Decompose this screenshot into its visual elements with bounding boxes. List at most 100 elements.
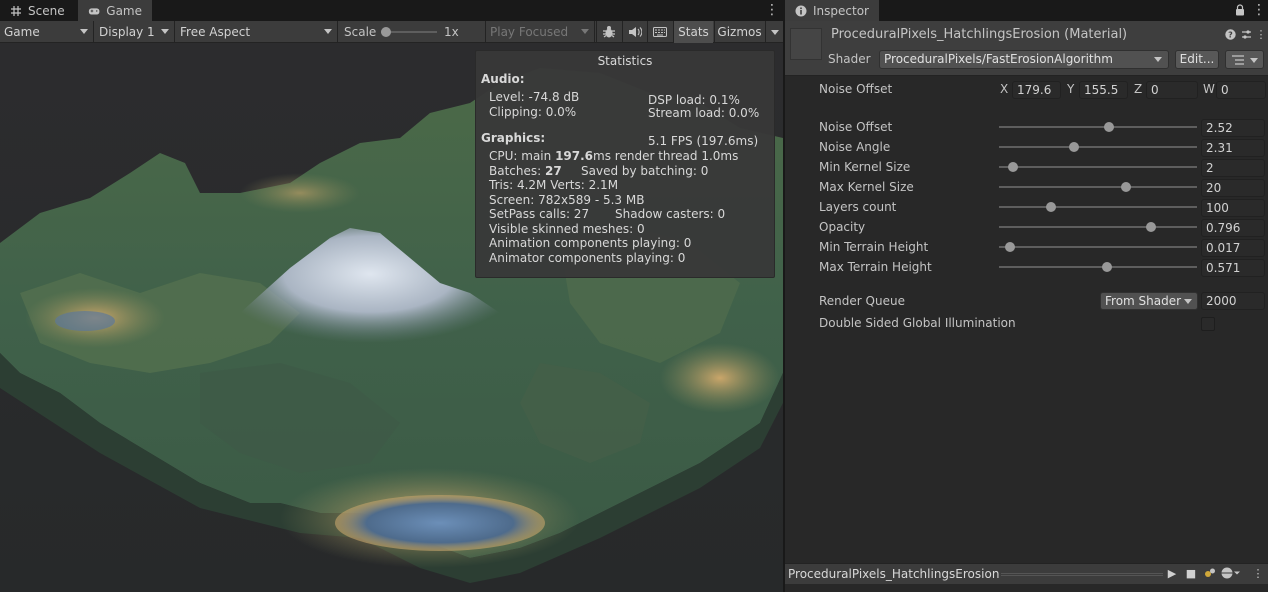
render-queue-mode: From Shader <box>1105 294 1182 308</box>
game-menu-icon[interactable]: ⋮ <box>765 3 779 17</box>
preview-mesh-select[interactable] <box>1220 567 1242 581</box>
render-queue-field[interactable]: 2000 <box>1201 292 1265 310</box>
slider-value-field[interactable]: 0.017 <box>1201 239 1265 257</box>
stop-preview-icon[interactable]: ■ <box>1184 567 1198 581</box>
slider-value-field[interactable]: 0.571 <box>1201 259 1265 277</box>
aspect-select[interactable]: Free Aspect <box>176 21 338 43</box>
slider-label: Max Terrain Height <box>819 260 932 274</box>
lock-icon[interactable] <box>1235 4 1245 16</box>
slider-handle[interactable] <box>1046 202 1056 212</box>
component-menu-icon[interactable]: ⋮ <box>1255 29 1267 41</box>
slider-value-field[interactable]: 0.796 <box>1201 219 1265 237</box>
chevron-down-icon <box>581 29 589 34</box>
gizmos-toggle-button[interactable]: Gizmos <box>714 21 764 43</box>
slider-track[interactable] <box>999 146 1197 148</box>
inspector-menu-icon[interactable]: ⋮ <box>1252 3 1266 17</box>
tab-inspector-label: Inspector <box>813 3 869 18</box>
audio-clipping: Clipping: 0.0% <box>489 105 577 119</box>
help-icon[interactable]: ? <box>1224 29 1236 41</box>
slider-label: Min Terrain Height <box>819 240 929 254</box>
render-queue-label: Render Queue <box>819 294 905 308</box>
vector-x-field[interactable]: 179.6 <box>1012 81 1061 99</box>
slider-track[interactable] <box>999 166 1197 168</box>
shader-select[interactable]: ProceduralPixels/FastErosionAlgorithm <box>879 50 1169 69</box>
preview-menu-icon[interactable]: ⋮ <box>1251 567 1265 581</box>
tab-game[interactable]: Game <box>78 0 152 21</box>
slider-value-field[interactable]: 100 <box>1201 199 1265 217</box>
slider-track[interactable] <box>999 246 1197 248</box>
bug-toggle-button[interactable] <box>596 21 621 43</box>
display-select[interactable]: Display 1 <box>95 21 175 43</box>
double-sided-gi-checkbox[interactable] <box>1201 317 1215 331</box>
chevron-down-icon <box>770 29 779 35</box>
batches-value: 27 <box>545 164 562 178</box>
vector-z-field[interactable]: 0 <box>1146 81 1198 99</box>
batches: Batches: 27 <box>489 164 562 178</box>
slider-track[interactable] <box>999 266 1197 268</box>
slider-track[interactable] <box>999 126 1197 128</box>
slider-label: Noise Offset <box>819 120 893 134</box>
shader-label: Shader <box>828 52 871 66</box>
slider-track[interactable] <box>999 186 1197 188</box>
view-select[interactable]: Game <box>0 21 94 43</box>
slider-value-field[interactable]: 2.52 <box>1201 119 1265 137</box>
material-name: ProceduralPixels_HatchlingsErosion (Mate… <box>831 27 1128 42</box>
chevron-down-icon <box>1250 58 1258 63</box>
render-queue-select[interactable]: From Shader <box>1100 292 1198 310</box>
slider-value-field[interactable]: 2.31 <box>1201 139 1265 157</box>
chevron-down-icon <box>1154 57 1162 62</box>
cpu-timing: CPU: main 197.6ms render thread 1.0ms <box>489 149 738 163</box>
tris-verts: Tris: 4.2M Verts: 2.1M <box>489 178 619 192</box>
game-toolbar: Game Display 1 Free Aspect Scale 1x Play… <box>0 21 783 43</box>
vector-w-field[interactable]: 0 <box>1216 81 1266 99</box>
info-icon <box>795 5 807 16</box>
edit-shader-button[interactable]: Edit... <box>1175 50 1219 69</box>
preview-bar[interactable]: ProceduralPixels_HatchlingsErosion ▶ ■ ⋮ <box>785 563 1268 584</box>
preview-title: ProceduralPixels_HatchlingsErosion <box>788 567 1000 581</box>
grid-icon <box>11 5 21 16</box>
animation-components: Animation components playing: 0 <box>489 236 692 250</box>
tab-scene-label: Scene <box>28 3 65 18</box>
preview-resize-handle[interactable] <box>1001 573 1163 576</box>
play-mode-select[interactable]: Play Focused <box>485 21 595 43</box>
skinned-meshes: Visible skinned meshes: 0 <box>489 222 645 236</box>
shadow-casters: Shadow casters: 0 <box>615 207 726 221</box>
tab-inspector[interactable]: Inspector <box>785 0 879 21</box>
slider-label: Noise Angle <box>819 140 891 154</box>
keyboard-icon <box>653 27 667 37</box>
game-viewport[interactable]: Statistics Audio: Level: -74.8 dB Clippi… <box>0 43 783 592</box>
scale-slider-handle[interactable] <box>381 27 391 37</box>
slider-handle[interactable] <box>1102 262 1113 272</box>
statistics-title: Statistics <box>597 54 653 68</box>
chevron-down-icon <box>161 29 169 34</box>
shader-options-button[interactable] <box>1225 50 1264 69</box>
chevron-down-icon <box>324 29 332 34</box>
scale-label: Scale <box>344 25 377 39</box>
audio-heading: Audio: <box>481 72 525 86</box>
slider-label: Min Kernel Size <box>819 160 911 174</box>
tab-scene[interactable]: Scene <box>0 0 77 21</box>
shortcuts-button[interactable] <box>647 21 672 43</box>
material-header: ProceduralPixels_HatchlingsErosion (Mate… <box>785 21 1268 76</box>
screen-info: Screen: 782x589 - 5.3 MB <box>489 193 645 207</box>
slider-track[interactable] <box>999 226 1197 228</box>
gizmos-dropdown-button[interactable] <box>765 21 783 43</box>
stats-toggle-button[interactable]: Stats <box>673 21 713 43</box>
cpu-suffix: ms render thread 1.0ms <box>593 149 739 163</box>
preview-lights-icon[interactable] <box>1203 567 1217 581</box>
mute-audio-button[interactable] <box>622 21 646 43</box>
slider-track[interactable] <box>999 206 1197 208</box>
presets-icon[interactable] <box>1240 29 1252 41</box>
noise-offset-vector-label: Noise Offset <box>819 82 893 96</box>
play-preview-icon[interactable]: ▶ <box>1165 567 1179 581</box>
batches-prefix: Batches: <box>489 164 545 178</box>
vector-y-field[interactable]: 155.5 <box>1079 81 1128 99</box>
slider-handle[interactable] <box>1008 162 1019 172</box>
slider-handle[interactable] <box>1121 182 1132 192</box>
slider-value-field[interactable]: 2 <box>1201 159 1265 177</box>
slider-handle[interactable] <box>1068 142 1079 152</box>
slider-handle[interactable] <box>1004 242 1015 252</box>
slider-handle[interactable] <box>1104 122 1115 132</box>
slider-handle[interactable] <box>1145 222 1156 232</box>
slider-value-field[interactable]: 20 <box>1201 179 1265 197</box>
